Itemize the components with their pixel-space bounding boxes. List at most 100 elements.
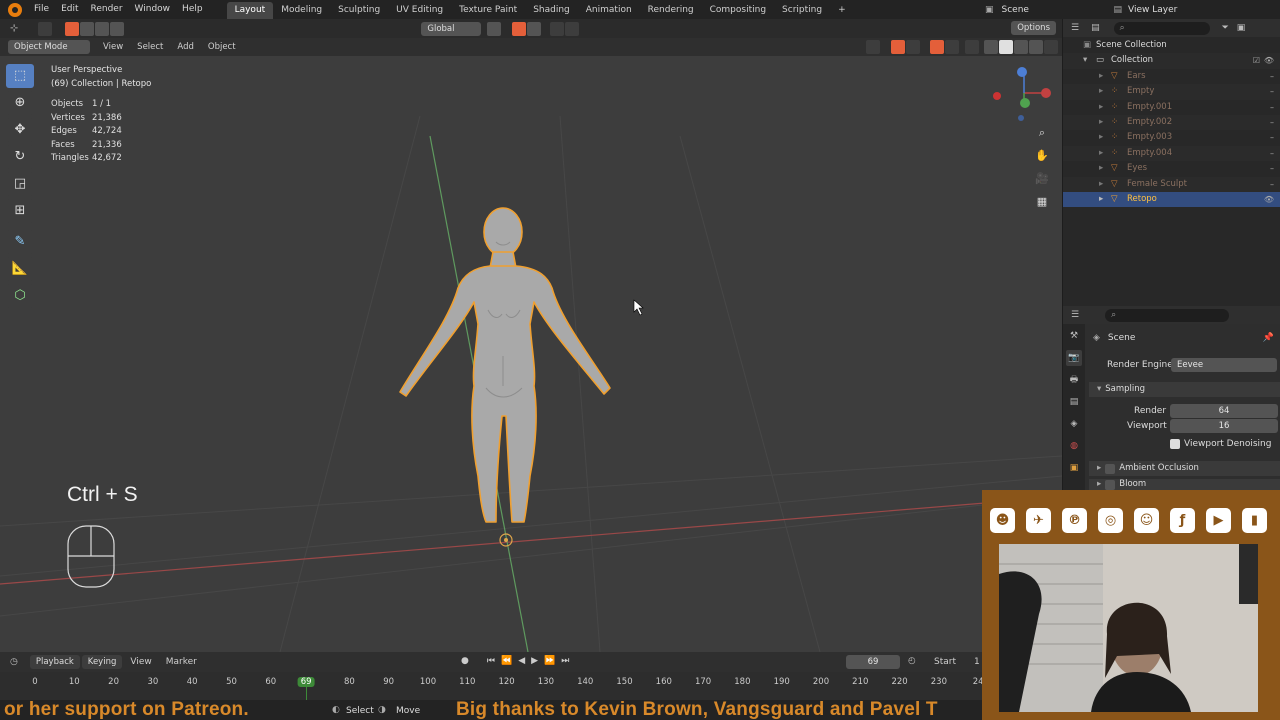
scene-selector[interactable]: ▣ Scene ▤ View Layer	[985, 2, 1177, 17]
outliner-collection[interactable]: ▾ ▭ Collection ☑ 👁	[1063, 53, 1280, 69]
viewport-menu-object[interactable]: Object	[201, 42, 243, 52]
marker-menu[interactable]: Marker	[166, 657, 197, 667]
blender-logo-icon[interactable]	[8, 2, 22, 17]
new-collection-icon[interactable]: ▣	[1237, 23, 1246, 33]
shading-solid-icon[interactable]	[999, 40, 1013, 54]
world-tab-icon[interactable]: ◍	[1066, 438, 1082, 454]
outliner-item-empty-003[interactable]: ▸ ⁘ Empty.003 –	[1063, 130, 1280, 145]
annotate-tool-icon[interactable]: ✎	[6, 230, 34, 254]
viewport-menu-add[interactable]: Add	[170, 42, 200, 52]
workspace-tab-rendering[interactable]: Rendering	[640, 2, 702, 19]
properties-search-input[interactable]: ⌕	[1105, 308, 1230, 322]
retopo-eye-icon[interactable]: 👁	[1264, 192, 1274, 207]
options-dropdown[interactable]: Options	[1011, 21, 1056, 35]
outliner-item-empty[interactable]: ▸ ⁘ Empty –	[1063, 84, 1280, 100]
current-frame-field[interactable]: 69	[846, 655, 900, 669]
youtube-icon[interactable]: ▶	[1206, 508, 1231, 533]
cursor-tool-icon[interactable]: ⊕	[6, 91, 34, 115]
workspace-tab-texture-paint[interactable]: Texture Paint	[451, 2, 525, 19]
timeline-view-menu[interactable]: View	[130, 657, 151, 667]
outliner-item-retopo[interactable]: ▸ ▽ Retopo 👁	[1063, 191, 1280, 208]
transform-tool-icon[interactable]: ⊞	[6, 199, 34, 223]
outliner-search-input[interactable]: ⌕	[1113, 21, 1210, 35]
select-tool-icon[interactable]	[38, 21, 53, 36]
record-icon[interactable]: ●	[461, 656, 469, 666]
overlay-dropdown-icon[interactable]	[945, 40, 959, 54]
gizmo-dropdown-icon[interactable]	[906, 40, 920, 54]
pin-icon[interactable]: 📌	[1263, 333, 1274, 343]
pivot-point-icon[interactable]	[487, 21, 502, 36]
checkbox-unchecked-icon[interactable]	[1105, 463, 1116, 474]
move-tool-icon[interactable]: ✥	[6, 118, 34, 142]
render-tab-icon[interactable]: 📷	[1066, 350, 1082, 366]
workspace-tab-animation[interactable]: Animation	[578, 2, 640, 19]
object-tab-icon[interactable]: ▣	[1066, 460, 1082, 476]
outliner-item-female-sculpt[interactable]: ▸ ▽ Female Sculpt –	[1063, 176, 1280, 192]
frame-ruler[interactable]: 0102030405060698090100110120130140150160…	[0, 676, 985, 690]
camera-view-icon[interactable]: 🎥	[1034, 172, 1050, 190]
outliner-item-empty-002[interactable]: ▸ ⁘ Empty.002 –	[1063, 114, 1280, 131]
menu-edit[interactable]: Edit	[55, 0, 84, 19]
properties-editor-icon[interactable]: ☰	[1071, 310, 1079, 320]
viewport-menu-view[interactable]: View	[96, 42, 130, 52]
ambient-occlusion-panel-header[interactable]: ▸ Ambient Occlusion	[1089, 461, 1280, 476]
workspace-tab-sculpting[interactable]: Sculpting	[330, 2, 388, 19]
visibility-toggle-icon[interactable]: –	[1270, 115, 1274, 130]
proportional-falloff-icon[interactable]	[565, 21, 580, 36]
measure-tool-icon[interactable]: 📐	[6, 257, 34, 281]
workspace-tab-layout[interactable]: Layout	[226, 1, 274, 19]
visibility-toggle-icon[interactable]: –	[1270, 84, 1274, 99]
render-samples-field[interactable]: 64	[1170, 404, 1278, 418]
visibility-icon[interactable]	[866, 40, 880, 54]
shading-rendered-icon[interactable]	[1029, 40, 1043, 54]
outliner-scene-collection[interactable]: ▣ Scene Collection	[1063, 38, 1280, 53]
scene-tab-icon[interactable]: ◈	[1066, 416, 1082, 432]
workspace-tab-modeling[interactable]: Modeling	[273, 2, 330, 19]
visibility-toggle-icon[interactable]: –	[1270, 100, 1274, 115]
render-engine-dropdown[interactable]: Eevee	[1171, 358, 1277, 372]
gizmo-toggle-icon[interactable]	[891, 40, 905, 54]
select-subtract-icon[interactable]	[95, 21, 110, 36]
reddit-icon[interactable]: ☻	[990, 508, 1015, 533]
play-reverse-icon[interactable]: ◀	[518, 656, 525, 666]
editor-type-icon[interactable]: ⊹	[10, 23, 18, 34]
workspace-tab-compositing[interactable]: Compositing	[702, 2, 774, 19]
timeline-editor-icon[interactable]: ◷	[10, 657, 18, 667]
overlay-toggle-icon[interactable]	[930, 40, 944, 54]
add-workspace-button[interactable]: +	[830, 2, 854, 19]
facebook-icon[interactable]: ƒ	[1170, 508, 1195, 533]
visibility-toggle-icon[interactable]: –	[1270, 177, 1274, 192]
jump-keyframe-forward-icon[interactable]: ⏩	[544, 656, 555, 666]
visibility-toggle-icon[interactable]: –	[1270, 69, 1274, 84]
play-icon[interactable]: ▶	[531, 656, 538, 666]
proportional-edit-icon[interactable]	[550, 21, 565, 36]
viewport-menu-select[interactable]: Select	[130, 42, 170, 52]
rotate-tool-icon[interactable]: ↻	[6, 145, 34, 169]
start-frame-value[interactable]: 1	[974, 657, 980, 667]
select-intersect-icon[interactable]	[110, 21, 125, 36]
outliner-editor-icon[interactable]: ☰	[1071, 23, 1079, 33]
xray-toggle-icon[interactable]	[965, 40, 979, 54]
workspace-tab-uv-editing[interactable]: UV Editing	[388, 2, 451, 19]
scale-tool-icon[interactable]: ◲	[6, 172, 34, 196]
view-layer-tab-icon[interactable]: ▤	[1066, 394, 1082, 410]
tool-tab-icon[interactable]: ⚒	[1066, 328, 1082, 344]
patreon-icon[interactable]: ℗	[1062, 508, 1087, 533]
jump-end-icon[interactable]: ⏭	[561, 656, 569, 666]
visibility-toggle-icon[interactable]: –	[1270, 130, 1274, 145]
outliner-item-empty-001[interactable]: ▸ ⁘ Empty.001 –	[1063, 100, 1280, 115]
menu-window[interactable]: Window	[129, 0, 177, 19]
viewport-denoising-checkbox[interactable]: Viewport Denoising	[1170, 439, 1271, 449]
select-box-tool-icon[interactable]: ⬚	[6, 64, 34, 88]
object-mode-dropdown[interactable]: Object Mode	[8, 40, 90, 54]
playback-menu[interactable]: Playback	[29, 655, 80, 669]
checkbox-unchecked-icon[interactable]	[1105, 479, 1116, 490]
snap-target-icon[interactable]	[527, 21, 542, 36]
clock-icon[interactable]: ◴	[908, 656, 916, 666]
add-cube-tool-icon[interactable]: ⬡	[6, 284, 34, 308]
jump-start-icon[interactable]: ⏮	[487, 656, 495, 666]
3d-viewport[interactable]: ⬚ ⊕ ✥ ↻ ◲ ⊞ ✎ 📐 ⬡ User Perspective (69) …	[0, 56, 1062, 652]
twitter-icon[interactable]: ✈	[1026, 508, 1051, 533]
output-tab-icon[interactable]: 🖶	[1066, 372, 1082, 388]
sampling-panel-header[interactable]: ▾ Sampling	[1089, 382, 1280, 397]
